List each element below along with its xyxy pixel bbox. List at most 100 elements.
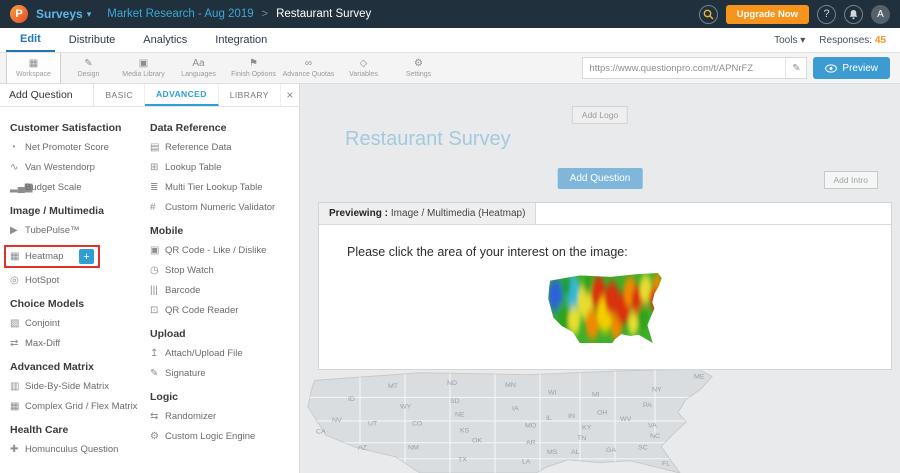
advance-quotas-icon: ∞	[305, 58, 312, 69]
net-promoter-score-icon: ◔	[10, 142, 25, 153]
product-name[interactable]: Surveys	[36, 7, 83, 21]
question-type-budget-scale[interactable]: ▂▄▆Budget Scale	[10, 182, 150, 193]
state-label-mo: MO	[525, 423, 536, 430]
survey-url-input[interactable]	[583, 63, 785, 74]
toolbar-item-design[interactable]: ✎Design	[61, 53, 116, 83]
add-heatmap-question-button[interactable]: +	[79, 249, 94, 264]
custom-numeric-validator-icon: #	[150, 202, 165, 213]
question-type-attach-upload-file[interactable]: ↥Attach/Upload File	[150, 348, 289, 359]
lookup-table-icon: ⊞	[150, 162, 165, 173]
question-type-label: TubePulse™	[25, 225, 80, 236]
add-logo-button[interactable]: Add Logo	[572, 106, 628, 124]
toolbar-item-finish-options[interactable]: ⚑Finish Options	[226, 53, 281, 83]
usa-heatmap-image[interactable]	[546, 273, 664, 343]
section-heading: Choice Models	[10, 298, 150, 310]
breadcrumb-current: Restaurant Survey	[276, 8, 371, 20]
nav-tab-analytics[interactable]: Analytics	[129, 28, 201, 52]
question-type-label: Stop Watch	[165, 265, 214, 276]
section-heading: Health Care	[10, 424, 150, 436]
close-panel-button[interactable]: ×	[281, 84, 299, 106]
survey-url-group: ✎	[582, 57, 807, 79]
preview-header: Previewing : Image / Multimedia (Heatmap…	[319, 203, 891, 225]
toolbar-item-media-library[interactable]: ▣Media Library	[116, 53, 171, 83]
questionpro-logo-icon[interactable]: P	[10, 5, 28, 23]
question-type-lookup-table[interactable]: ⊞Lookup Table	[150, 162, 289, 173]
question-type-label: Net Promoter Score	[25, 142, 109, 153]
question-type-signature[interactable]: ✎Signature	[150, 368, 289, 379]
pencil-icon: ✎	[792, 63, 800, 74]
user-avatar[interactable]: A	[871, 5, 890, 24]
panel-tab-advanced[interactable]: ADVANCED	[145, 84, 219, 106]
question-text: Please click the area of your interest o…	[347, 245, 891, 259]
question-type-qr-code-like-dislike[interactable]: ▣QR Code - Like / Dislike	[150, 245, 289, 256]
question-type-side-by-side-matrix[interactable]: ▥Side-By-Side Matrix	[10, 381, 150, 392]
upgrade-now-button[interactable]: Upgrade Now	[726, 5, 809, 24]
question-type-tubepulse[interactable]: ▶TubePulse™	[10, 225, 150, 236]
section-heading: Advanced Matrix	[10, 361, 150, 373]
question-type-label: Signature	[165, 368, 206, 379]
state-label-mn: MN	[505, 382, 516, 389]
question-type-multi-tier-lookup-table[interactable]: ≣Multi Tier Lookup Table	[150, 182, 289, 193]
responses-count[interactable]: Responses: 45	[819, 35, 886, 46]
heatmap-image-wrap	[319, 273, 891, 343]
survey-title[interactable]: Restaurant Survey	[345, 128, 511, 151]
question-type-max-diff[interactable]: ⇄Max-Diff	[10, 338, 150, 349]
question-type-hotspot[interactable]: ◎HotSpot	[10, 275, 150, 286]
state-label-me: ME	[694, 374, 705, 381]
question-type-barcode[interactable]: |||Barcode	[150, 285, 289, 296]
nav-tab-edit[interactable]: Edit	[6, 28, 55, 52]
question-type-conjoint[interactable]: ▧Conjoint	[10, 318, 150, 329]
breadcrumb-parent[interactable]: Market Research - Aug 2019	[107, 8, 253, 20]
languages-icon: Aa	[192, 58, 204, 69]
edit-url-button[interactable]: ✎	[785, 58, 806, 78]
question-type-custom-logic-engine[interactable]: ⚙Custom Logic Engine	[150, 431, 289, 442]
notifications-button[interactable]	[844, 5, 863, 24]
heatmap-icon: ▦	[10, 251, 25, 262]
question-types-list: Customer Satisfaction◔Net Promoter Score…	[0, 107, 299, 467]
question-type-van-westendorp[interactable]: ∿Van Westendorp	[10, 162, 150, 173]
toolbar-item-variables[interactable]: ◇Variables	[336, 53, 391, 83]
responses-label: Responses:	[819, 35, 872, 46]
chevron-down-icon[interactable]: ▾	[87, 9, 92, 20]
question-type-homunculus-question[interactable]: ✚Homunculus Question	[10, 444, 150, 455]
question-type-qr-code-reader[interactable]: ⊡QR Code Reader	[150, 305, 289, 316]
state-label-ia: IA	[512, 406, 519, 413]
question-type-net-promoter-score[interactable]: ◔Net Promoter Score	[10, 142, 150, 153]
preview-button[interactable]: Preview	[813, 57, 890, 79]
toolbar-item-languages[interactable]: Aa Languages	[171, 53, 226, 83]
panel-tab-library[interactable]: LIBRARY	[219, 84, 281, 106]
panel-tab-basic[interactable]: BASIC	[94, 84, 145, 106]
tubepulse-icon: ▶	[10, 225, 25, 236]
panel-column-1: Customer Satisfaction◔Net Promoter Score…	[10, 110, 150, 464]
state-label-mi: MI	[592, 392, 600, 399]
search-button[interactable]	[699, 5, 718, 24]
question-type-stop-watch[interactable]: ◷Stop Watch	[150, 265, 289, 276]
add-question-button[interactable]: Add Question	[558, 168, 643, 189]
question-type-label: Homunculus Question	[25, 444, 118, 455]
toolbar-item-workspace[interactable]: ▦Workspace	[6, 53, 61, 83]
toolbar-item-advance-quotas[interactable]: ∞Advance Quotas	[281, 53, 336, 83]
toolbar-item-label: Finish Options	[231, 71, 276, 78]
question-type-reference-data[interactable]: ▤Reference Data	[150, 142, 289, 153]
nav-tab-distribute[interactable]: Distribute	[55, 28, 129, 52]
nav-tab-integration[interactable]: Integration	[201, 28, 281, 52]
question-type-custom-numeric-validator[interactable]: #Custom Numeric Validator	[150, 202, 289, 213]
nav-tabs: EditDistributeAnalyticsIntegration	[6, 28, 281, 52]
state-label-wy: WY	[400, 404, 412, 411]
toolbar-item-settings[interactable]: ⚙Settings	[391, 53, 446, 83]
question-type-label: Complex Grid / Flex Matrix	[25, 401, 137, 412]
help-button[interactable]: ?	[817, 5, 836, 24]
question-type-label: Side-By-Side Matrix	[25, 381, 109, 392]
question-type-randomizer[interactable]: ⇆Randomizer	[150, 411, 289, 422]
question-type-heatmap[interactable]: ▦Heatmap+	[4, 245, 100, 268]
question-type-complex-grid-flex-matrix[interactable]: ▦Complex Grid / Flex Matrix	[10, 401, 150, 412]
tools-menu[interactable]: Tools ▾	[774, 35, 805, 46]
state-label-oh: OH	[597, 410, 608, 417]
settings-icon: ⚙	[414, 58, 423, 69]
add-question-panel: Add Question BASICADVANCEDLIBRARY × Cust…	[0, 84, 300, 473]
add-intro-button[interactable]: Add Intro	[824, 171, 879, 189]
question-type-label: Randomizer	[165, 411, 216, 422]
variables-icon: ◇	[360, 58, 368, 69]
toolbar-item-label: Languages	[181, 71, 216, 78]
question-type-label: Conjoint	[25, 318, 60, 329]
